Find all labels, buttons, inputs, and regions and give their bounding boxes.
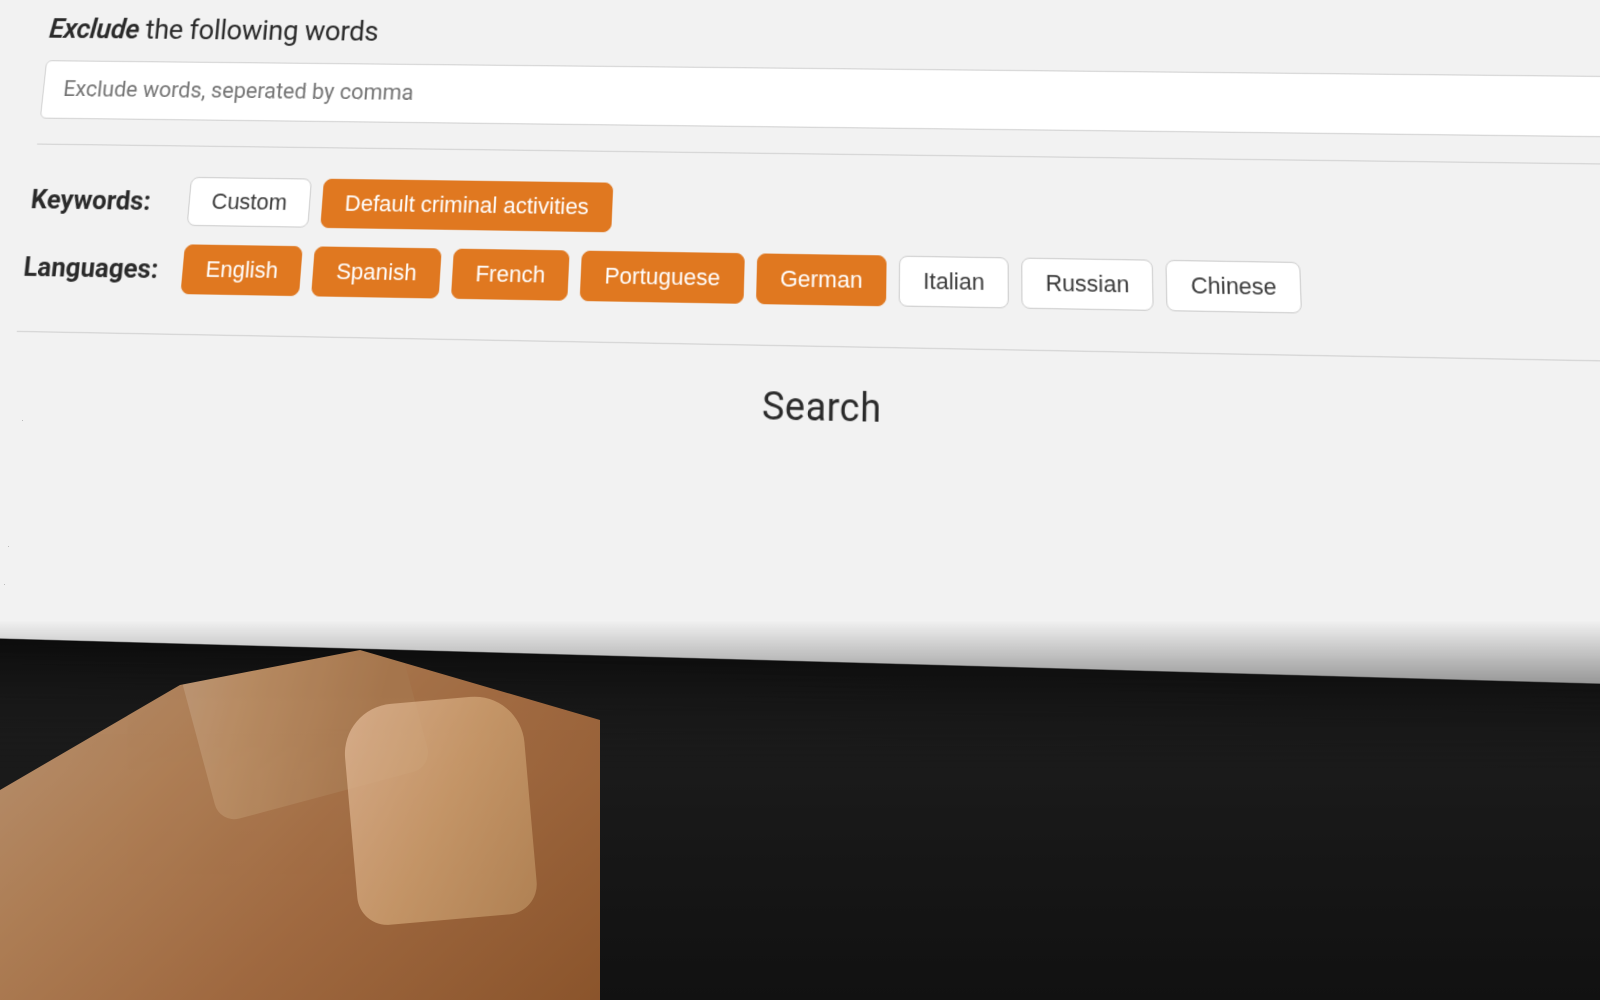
exclude-title: Exclude the following words [48,12,1600,60]
languages-row: Languages: English Spanish French Portug… [21,242,1600,320]
languages-label: Languages: [22,242,185,286]
chip-spanish[interactable]: Spanish [311,246,441,298]
chip-italian[interactable]: Italian [899,256,1009,309]
exclude-words-input[interactable] [40,60,1600,138]
chip-default-criminal[interactable]: Default criminal activities [320,179,613,233]
chip-german[interactable]: German [756,253,887,306]
chip-custom[interactable]: Custom [187,177,312,228]
chip-english[interactable]: English [180,244,303,296]
chip-portuguese[interactable]: Portuguese [580,251,745,304]
screen-content: Exclude the following words Keywords: Cu… [0,0,1600,690]
screen: Exclude the following words Keywords: Cu… [0,0,1600,690]
keywords-label: Keywords: [29,175,191,218]
chip-russian[interactable]: Russian [1021,258,1154,311]
keywords-row: Keywords: Custom Default criminal activi… [28,175,1600,249]
search-button[interactable]: Search [761,383,881,431]
chip-french[interactable]: French [451,249,570,301]
finger-2-shape [341,693,539,928]
exclude-title-em: Exclude [48,12,141,45]
chip-chinese[interactable]: Chinese [1166,260,1302,314]
keywords-chips: Custom Default criminal activities [187,177,614,232]
kw-lang-section: Keywords: Custom Default criminal activi… [17,145,1600,363]
languages-chips: English Spanish French Portuguese German… [180,244,1302,313]
exclude-title-rest: the following words [138,13,380,48]
exclude-section: Exclude the following words [37,0,1600,165]
screen-container: Exclude the following words Keywords: Cu… [0,0,1600,1000]
